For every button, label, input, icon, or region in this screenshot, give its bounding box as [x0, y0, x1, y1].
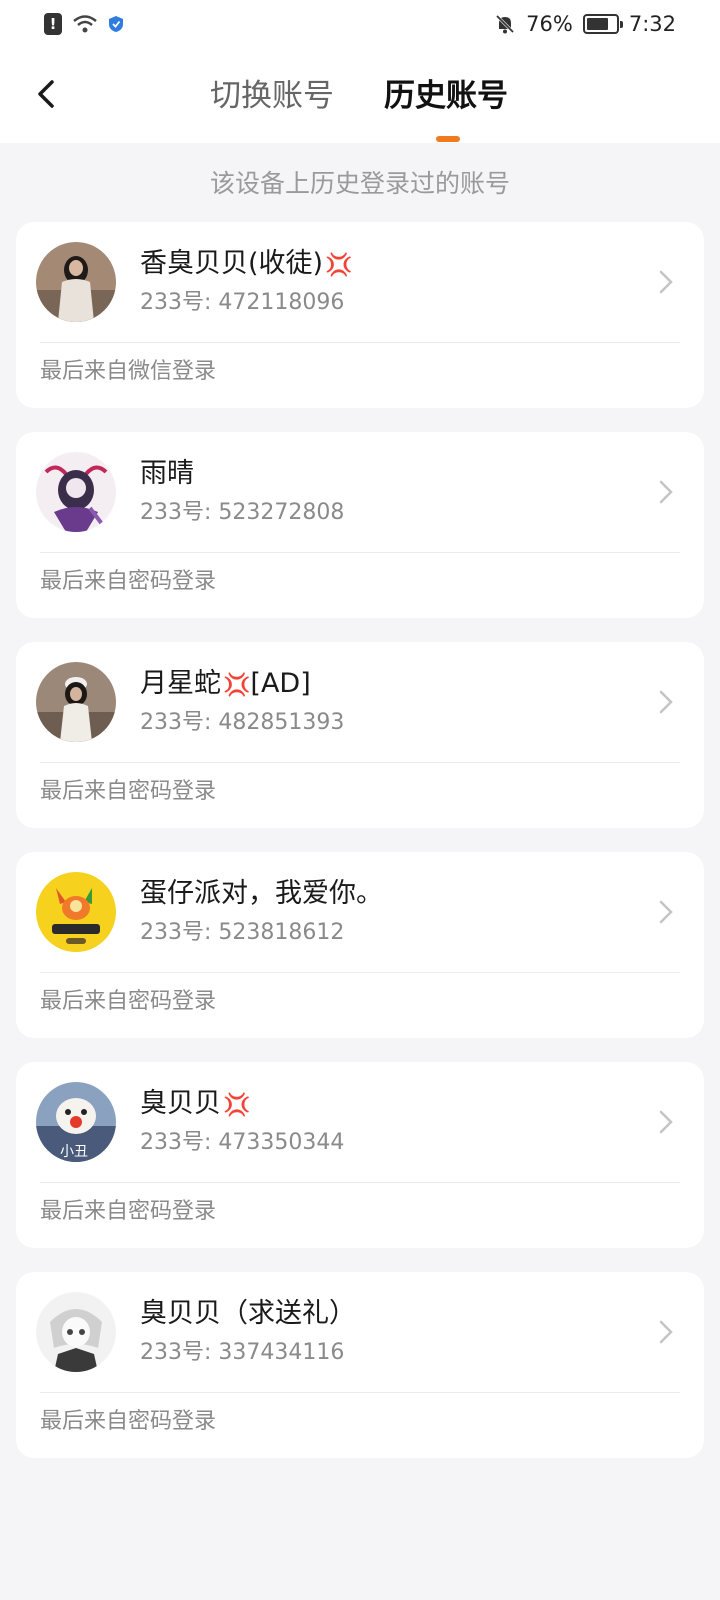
chevron-right-icon: [659, 1320, 673, 1344]
tab-switch-account[interactable]: 切换账号: [210, 76, 334, 116]
status-right: 76% 7:32: [494, 12, 676, 36]
account-id: 233号: 523818612: [140, 920, 345, 945]
last-login-source: 最后来自密码登录: [40, 1409, 217, 1434]
account-card[interactable]: 香臭贝贝(收徒)💢 233号: 472118096 最后来自微信登录: [16, 222, 704, 408]
anger-emoji: 💢: [223, 1093, 251, 1118]
chevron-right-icon: [659, 270, 673, 294]
divider: [40, 762, 680, 763]
last-login-source: 最后来自密码登录: [40, 779, 217, 804]
tab-history-account[interactable]: 历史账号: [384, 76, 508, 116]
anime-purple-icon: [36, 452, 116, 532]
account-name: 香臭贝贝(收徒)💢: [140, 248, 353, 279]
anime-sketch-icon: [36, 1292, 116, 1372]
back-arrow-icon[interactable]: [28, 72, 68, 116]
account-id: 233号: 473350344: [140, 1130, 345, 1155]
yellow-badge-icon: [36, 872, 116, 952]
battery-icon: [582, 14, 623, 34]
account-name: 蛋仔派对，我爱你。: [140, 878, 383, 909]
chevron-right-icon: [659, 900, 673, 924]
account-card[interactable]: 月星蛇💢[AD] 233号: 482851393 最后来自密码登录: [16, 642, 704, 828]
battery-percent: 76%: [526, 12, 573, 36]
anger-emoji: 💢: [325, 253, 353, 278]
status-left: !: [44, 13, 124, 35]
divider: [40, 552, 680, 553]
mute-bell-icon: [496, 14, 515, 34]
divider: [40, 342, 680, 343]
avatar-text: 小丑: [60, 1144, 88, 1160]
last-login-source: 最后来自密码登录: [40, 1199, 217, 1224]
header: 切换账号 历史账号: [0, 48, 720, 143]
anger-emoji: 💢: [223, 673, 251, 698]
chevron-right-icon: [659, 480, 673, 504]
chevron-right-icon: [659, 1110, 673, 1134]
account-card[interactable]: 臭贝贝（求送礼） 233号: 337434116 最后来自密码登录: [16, 1272, 704, 1458]
account-name: 臭贝贝💢: [140, 1088, 251, 1119]
account-id: 233号: 523272808: [140, 500, 345, 525]
account-name: 月星蛇💢[AD]: [140, 668, 311, 699]
clown-doll-icon: 小丑: [36, 1082, 116, 1162]
page-subtitle: 该设备上历史登录过的账号: [209, 169, 510, 198]
active-tab-indicator: [436, 136, 460, 142]
account-list: 香臭贝贝(收徒)💢 233号: 472118096 最后来自微信登录 雨晴 23…: [16, 222, 704, 1482]
chevron-right-icon: [659, 690, 673, 714]
wifi-icon: [73, 15, 97, 33]
photo-girl-icon: [36, 242, 116, 322]
last-login-source: 最后来自密码登录: [40, 989, 217, 1014]
battery-level: [586, 18, 609, 30]
alert-icon: !: [44, 13, 62, 35]
account-card[interactable]: 雨晴 233号: 523272808 最后来自密码登录: [16, 432, 704, 618]
shield-icon: [109, 16, 123, 32]
photo-girl-cap-icon: [36, 662, 116, 742]
divider: [40, 972, 680, 973]
account-id: 233号: 337434116: [140, 1340, 345, 1365]
account-id: 233号: 482851393: [140, 710, 345, 735]
status-bar: ! 76% 7:32: [0, 0, 720, 48]
account-card[interactable]: 小丑 臭贝贝💢 233号: 473350344 最后来自密码登录: [16, 1062, 704, 1248]
divider: [40, 1182, 680, 1183]
clock: 7:32: [628, 12, 676, 36]
divider: [40, 1392, 680, 1393]
account-card[interactable]: 蛋仔派对，我爱你。 233号: 523818612 最后来自密码登录: [16, 852, 704, 1038]
account-name: 臭贝贝（求送礼）: [140, 1298, 356, 1329]
account-id: 233号: 472118096: [140, 290, 345, 315]
last-login-source: 最后来自微信登录: [40, 359, 217, 384]
last-login-source: 最后来自密码登录: [40, 569, 217, 594]
account-name: 雨晴: [140, 458, 194, 489]
